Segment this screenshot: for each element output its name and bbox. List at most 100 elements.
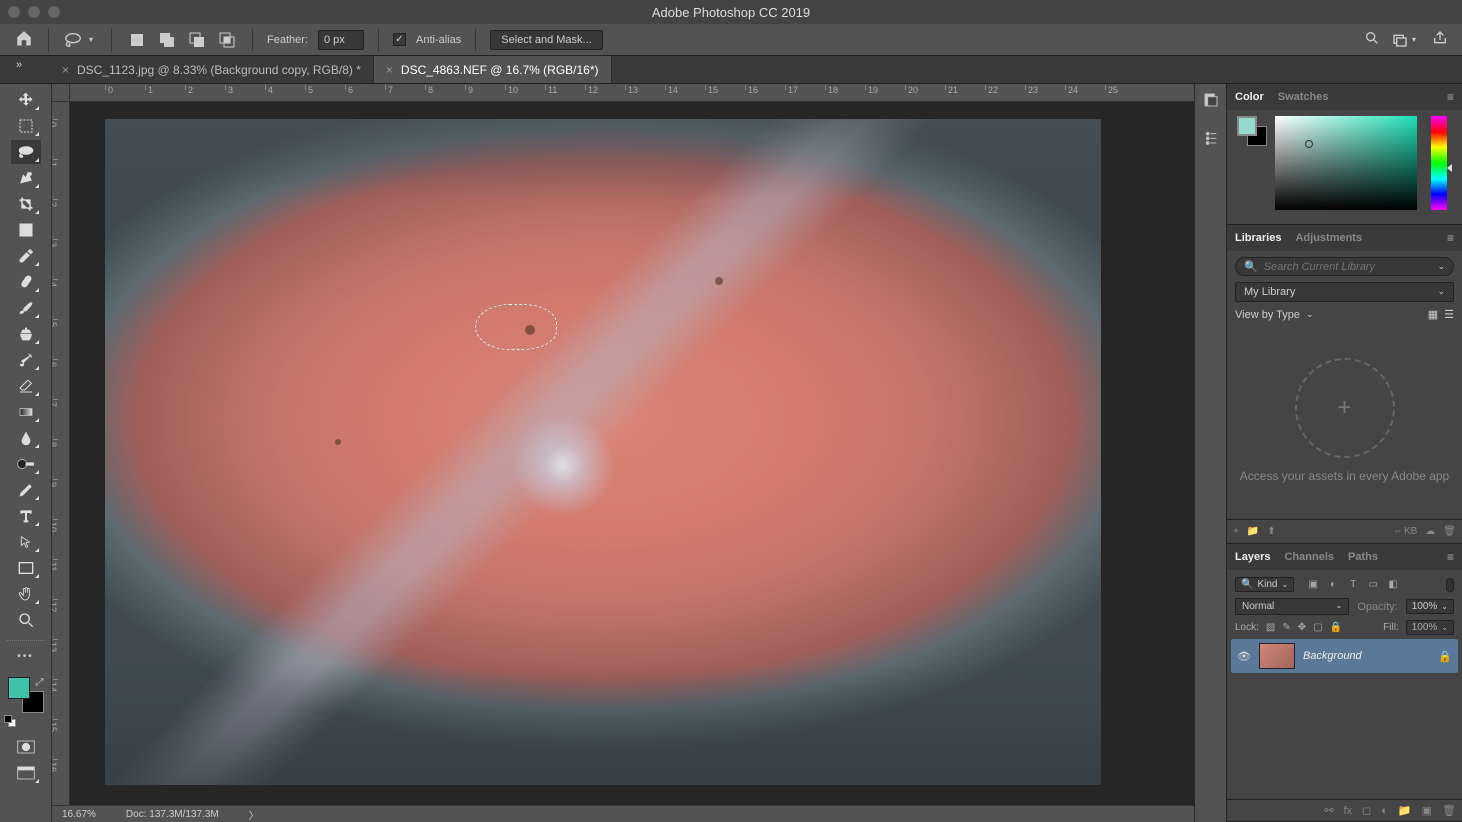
filter-pixel-icon[interactable]: ▣: [1306, 578, 1320, 592]
foreground-background-colors[interactable]: ⤢: [8, 677, 44, 713]
add-to-selection[interactable]: [156, 29, 178, 51]
quick-mask-mode[interactable]: [11, 735, 41, 759]
marquee-tool[interactable]: [11, 114, 41, 138]
zoom-tool[interactable]: [11, 608, 41, 632]
new-selection[interactable]: [126, 29, 148, 51]
screen-mode-toggle[interactable]: [11, 761, 41, 785]
expand-toolbar-icon[interactable]: »: [16, 59, 22, 71]
layer-filter-kind[interactable]: 🔍 Kind ⌄: [1235, 577, 1294, 592]
share-library-icon[interactable]: ⬆: [1267, 526, 1275, 537]
rectangle-tool[interactable]: [11, 556, 41, 580]
filter-adjustment-icon[interactable]: ◐: [1326, 578, 1340, 592]
grid-view-icon[interactable]: ▦: [1428, 308, 1438, 321]
horizontal-ruler[interactable]: 0123456789101112131415161718192021222324…: [70, 84, 1194, 102]
layer-row-background[interactable]: 👁 Background 🔒: [1231, 639, 1458, 673]
select-and-mask-button[interactable]: Select and Mask...: [490, 30, 603, 50]
lock-icon[interactable]: 🔒: [1438, 650, 1452, 663]
ruler-origin[interactable]: [52, 84, 70, 102]
hue-slider[interactable]: [1431, 116, 1447, 210]
filter-smart-icon[interactable]: ◧: [1386, 578, 1400, 592]
canvas-viewport[interactable]: [70, 102, 1194, 805]
history-panel-icon[interactable]: [1203, 92, 1219, 111]
type-tool[interactable]: [11, 504, 41, 528]
intersect-selection[interactable]: [216, 29, 238, 51]
zoom-level[interactable]: 16.67%: [62, 809, 96, 820]
chevron-down-icon[interactable]: ⌄: [1437, 261, 1445, 272]
antialias-checkbox[interactable]: [393, 33, 406, 46]
chevron-down-icon[interactable]: ⌄: [1306, 309, 1314, 320]
vertical-ruler[interactable]: 012345678910111213141516: [52, 102, 70, 805]
pen-tool[interactable]: [11, 478, 41, 502]
tool-preset[interactable]: ▾: [63, 31, 97, 49]
lock-all-icon[interactable]: 🔒: [1330, 622, 1342, 633]
swap-colors-icon[interactable]: ⤢: [36, 677, 44, 688]
library-selector[interactable]: My Library ⌄: [1235, 282, 1454, 302]
panel-menu-icon[interactable]: ≡: [1447, 550, 1454, 564]
library-search[interactable]: 🔍 ⌄: [1235, 257, 1454, 276]
foreground-color[interactable]: [8, 677, 30, 699]
eyedropper-tool[interactable]: [11, 244, 41, 268]
home-button[interactable]: [14, 29, 34, 50]
lasso-selection-marquee[interactable]: [475, 304, 557, 350]
properties-panel-icon[interactable]: [1203, 129, 1219, 148]
filter-toggle[interactable]: [1446, 578, 1454, 592]
trash-icon[interactable]: 🗑: [1443, 526, 1456, 537]
lock-position-icon[interactable]: ✥: [1298, 622, 1306, 633]
frame-tool[interactable]: [11, 218, 41, 242]
color-spectrum[interactable]: [1275, 116, 1417, 210]
adjustment-layer-icon[interactable]: ◐: [1381, 805, 1388, 817]
crop-tool[interactable]: [11, 192, 41, 216]
close-tab-icon[interactable]: ×: [386, 63, 393, 77]
opacity-input[interactable]: 100%⌄: [1406, 599, 1454, 614]
panel-menu-icon[interactable]: ≡: [1447, 90, 1454, 104]
fill-input[interactable]: 100%⌄: [1406, 620, 1454, 635]
brush-tool[interactable]: [11, 296, 41, 320]
status-chevron-icon[interactable]: 〉: [249, 807, 259, 822]
viewby-label[interactable]: View by Type: [1235, 309, 1300, 321]
filter-shape-icon[interactable]: ▭: [1366, 578, 1380, 592]
history-brush-tool[interactable]: [11, 348, 41, 372]
library-search-input[interactable]: [1264, 261, 1432, 273]
new-layer-icon[interactable]: ▣: [1422, 804, 1432, 817]
subtract-from-selection[interactable]: [186, 29, 208, 51]
tab-libraries[interactable]: Libraries: [1235, 232, 1281, 244]
edit-toolbar[interactable]: •••: [11, 649, 41, 663]
gradient-tool[interactable]: [11, 400, 41, 424]
add-folder-icon[interactable]: 📁: [1247, 526, 1259, 537]
add-mask-icon[interactable]: ◻: [1362, 804, 1371, 817]
lock-artboard-icon[interactable]: ▢: [1313, 622, 1322, 633]
panel-fg-color[interactable]: [1237, 116, 1257, 136]
tab-paths[interactable]: Paths: [1348, 551, 1378, 563]
doc-size[interactable]: Doc: 137.3M/137.3M: [126, 809, 219, 820]
delete-layer-icon[interactable]: 🗑: [1442, 804, 1456, 817]
panel-menu-icon[interactable]: ≡: [1447, 231, 1454, 245]
add-to-library-icon[interactable]: +: [1233, 526, 1239, 537]
screen-mode-icon[interactable]: ▾: [1392, 32, 1420, 48]
tab-color[interactable]: Color: [1235, 91, 1264, 103]
path-selection-tool[interactable]: [11, 530, 41, 554]
search-icon[interactable]: [1364, 30, 1380, 49]
lock-transparency-icon[interactable]: ▧: [1266, 622, 1275, 633]
minimize-window[interactable]: [28, 6, 40, 18]
library-drop-target[interactable]: +: [1295, 358, 1395, 458]
move-tool[interactable]: [11, 88, 41, 112]
quick-selection-tool[interactable]: [11, 166, 41, 190]
layer-thumbnail[interactable]: [1259, 643, 1295, 669]
new-group-icon[interactable]: 📁: [1398, 804, 1412, 817]
eraser-tool[interactable]: [11, 374, 41, 398]
tab-layers[interactable]: Layers: [1235, 551, 1270, 563]
tab-swatches[interactable]: Swatches: [1278, 91, 1329, 103]
clone-stamp-tool[interactable]: [11, 322, 41, 346]
blur-tool[interactable]: [11, 426, 41, 450]
dodge-tool[interactable]: [11, 452, 41, 476]
feather-input[interactable]: [318, 30, 364, 50]
layer-fx-icon[interactable]: fx: [1344, 805, 1353, 817]
tab-adjustments[interactable]: Adjustments: [1295, 232, 1362, 244]
filter-type-icon[interactable]: T: [1346, 578, 1360, 592]
healing-brush-tool[interactable]: [11, 270, 41, 294]
share-icon[interactable]: [1432, 30, 1448, 49]
list-view-icon[interactable]: ☰: [1444, 308, 1454, 321]
link-layers-icon[interactable]: ⚯: [1324, 804, 1333, 817]
document-tab-1[interactable]: × DSC_1123.jpg @ 8.33% (Background copy,…: [50, 56, 374, 83]
color-fg-bg[interactable]: [1237, 116, 1267, 146]
